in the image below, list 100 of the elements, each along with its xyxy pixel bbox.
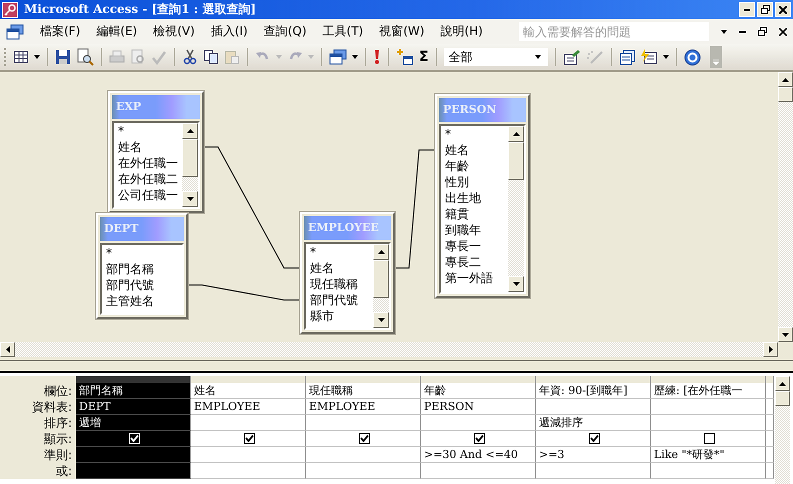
grid-cell[interactable]: 現任職稱 [306, 383, 421, 399]
scroll-thumb[interactable] [508, 142, 524, 180]
show-checkbox[interactable] [704, 433, 715, 444]
grid-cell[interactable] [536, 399, 651, 415]
menu-item[interactable]: 說明(H) [434, 23, 489, 40]
field-list-item[interactable]: 部門名稱 [102, 261, 182, 277]
grid-cell[interactable] [536, 431, 651, 447]
vertical-scrollbar[interactable] [775, 376, 790, 484]
scrollbar[interactable] [182, 123, 198, 207]
dropdown-arrow-icon[interactable] [720, 30, 727, 34]
grid-cell[interactable] [421, 415, 536, 431]
grid-cell[interactable] [766, 447, 774, 463]
spelling-check-icon[interactable] [151, 49, 167, 65]
grid-cell[interactable] [766, 383, 774, 399]
minimize-icon[interactable] [738, 30, 746, 32]
database-window-icon[interactable] [618, 49, 635, 65]
grid-cell[interactable] [306, 431, 421, 447]
menu-item[interactable]: 工具(T) [316, 23, 370, 40]
show-checkbox[interactable] [474, 433, 485, 444]
grid-cell[interactable] [766, 415, 774, 431]
grid-cell[interactable] [76, 447, 191, 463]
totals-button[interactable]: Σ [419, 49, 429, 65]
minimize-button[interactable] [739, 2, 755, 17]
new-object-icon[interactable] [640, 49, 658, 65]
menu-item[interactable]: 插入(I) [204, 23, 254, 40]
field-list-item[interactable]: 姓名 [306, 260, 373, 276]
top-values-dropdown[interactable]: 全部 [444, 48, 548, 66]
field-list-item[interactable]: 性別 [441, 174, 508, 190]
scroll-thumb[interactable] [778, 87, 793, 102]
grid-cell[interactable] [651, 415, 766, 431]
field-list-item[interactable]: 第一外語 [441, 270, 508, 286]
field-list-item[interactable]: 出生地 [441, 190, 508, 206]
field-list-item[interactable]: 公司任職一 [114, 187, 182, 203]
field-list-item[interactable]: 在外任職一 [114, 155, 182, 171]
grid-cell[interactable] [76, 463, 191, 479]
field-list-item[interactable]: 縣市 [306, 308, 373, 324]
field-list-item[interactable]: * [114, 123, 182, 139]
grid-cell[interactable] [651, 463, 766, 479]
grid-cell[interactable] [191, 415, 306, 431]
horizontal-scrollbar[interactable] [0, 342, 778, 357]
menu-item[interactable]: 檢視(V) [147, 23, 201, 40]
field-list-item[interactable]: 部門代號 [102, 277, 182, 293]
grid-cell[interactable]: >=3 [536, 447, 651, 463]
scroll-thumb[interactable] [373, 260, 389, 298]
restore-button[interactable] [757, 2, 773, 17]
grid-cell[interactable]: >=30 And <=40 [421, 447, 536, 463]
dropdown-arrow-icon[interactable] [352, 55, 358, 59]
field-list-window[interactable]: EMPLOYEE * 姓名 現任職稱 部門代號 縣市 [300, 212, 395, 334]
scroll-thumb[interactable] [775, 391, 790, 406]
grid-cell[interactable] [766, 431, 774, 447]
field-list-item[interactable]: 專長二 [441, 254, 508, 270]
dropdown-arrow-icon[interactable] [662, 55, 669, 59]
show-table-icon[interactable] [396, 48, 414, 66]
show-checkbox[interactable] [359, 433, 370, 444]
field-list-item[interactable]: * [441, 126, 508, 142]
pane-splitter[interactable] [0, 360, 793, 373]
help-icon[interactable] [684, 48, 701, 66]
field-list-item[interactable]: 年齡 [441, 158, 508, 174]
grid-cell[interactable] [191, 463, 306, 479]
run-icon[interactable] [373, 49, 381, 65]
help-question-field[interactable]: 輸入需要解答的問題 [518, 22, 709, 41]
copy-icon[interactable] [203, 49, 219, 65]
grid-cell[interactable] [651, 399, 766, 415]
query-icon[interactable] [6, 24, 24, 40]
menu-item[interactable]: 檔案(F) [34, 23, 86, 40]
show-checkbox[interactable] [589, 433, 600, 444]
grid-cell[interactable]: 遞減排序 [536, 415, 651, 431]
field-list-window[interactable]: DEPT * 部門名稱 部門代號 主管姓名 [96, 213, 188, 319]
dropdown-arrow-icon[interactable] [34, 55, 40, 59]
grid-cell[interactable]: 部門名稱 [76, 383, 191, 399]
grid-cell[interactable] [766, 399, 774, 415]
grid-cell[interactable]: 姓名 [191, 383, 306, 399]
field-list-item[interactable]: * [102, 245, 182, 261]
menu-item[interactable]: 視窗(W) [373, 23, 430, 40]
grid-cell[interactable] [421, 463, 536, 479]
grid-cell[interactable]: 年齡 [421, 383, 536, 399]
field-list-item[interactable]: * [306, 244, 373, 260]
scroll-thumb[interactable] [182, 139, 198, 177]
field-list-item[interactable]: 現任職稱 [306, 276, 373, 292]
field-list-item[interactable]: 主管姓名 [102, 293, 182, 309]
grid-cell[interactable]: 歷練: [在外任職一 [651, 383, 766, 399]
properties-icon[interactable] [562, 49, 581, 65]
grid-cell[interactable]: PERSON [421, 399, 536, 415]
grid-cell[interactable] [76, 431, 191, 447]
show-checkbox[interactable] [244, 433, 255, 444]
grid-cell[interactable] [536, 463, 651, 479]
field-list-item[interactable]: 籍貫 [441, 206, 508, 222]
field-list-item[interactable]: 到職年 [441, 222, 508, 238]
grid-cell[interactable] [191, 431, 306, 447]
close-button[interactable] [775, 2, 791, 17]
datasheet-view-icon[interactable] [13, 49, 29, 65]
field-list-window[interactable]: EXP * 姓名 在外任職一 在外任職二 公司任職一 [108, 91, 204, 213]
field-list-window[interactable]: PERSON * 姓名 年齡 性別 出生地 籍貫 到職年 專長一 專長二 第一外語 [435, 94, 530, 298]
field-list-item[interactable]: 部門代號 [306, 292, 373, 308]
scrollbar[interactable] [508, 126, 524, 292]
grid-cell[interactable] [191, 447, 306, 463]
grid-cell[interactable] [306, 447, 421, 463]
grid-cell[interactable] [306, 415, 421, 431]
field-list-item[interactable]: 姓名 [114, 139, 182, 155]
grid-cell[interactable]: Like "*研發*" [651, 447, 766, 463]
